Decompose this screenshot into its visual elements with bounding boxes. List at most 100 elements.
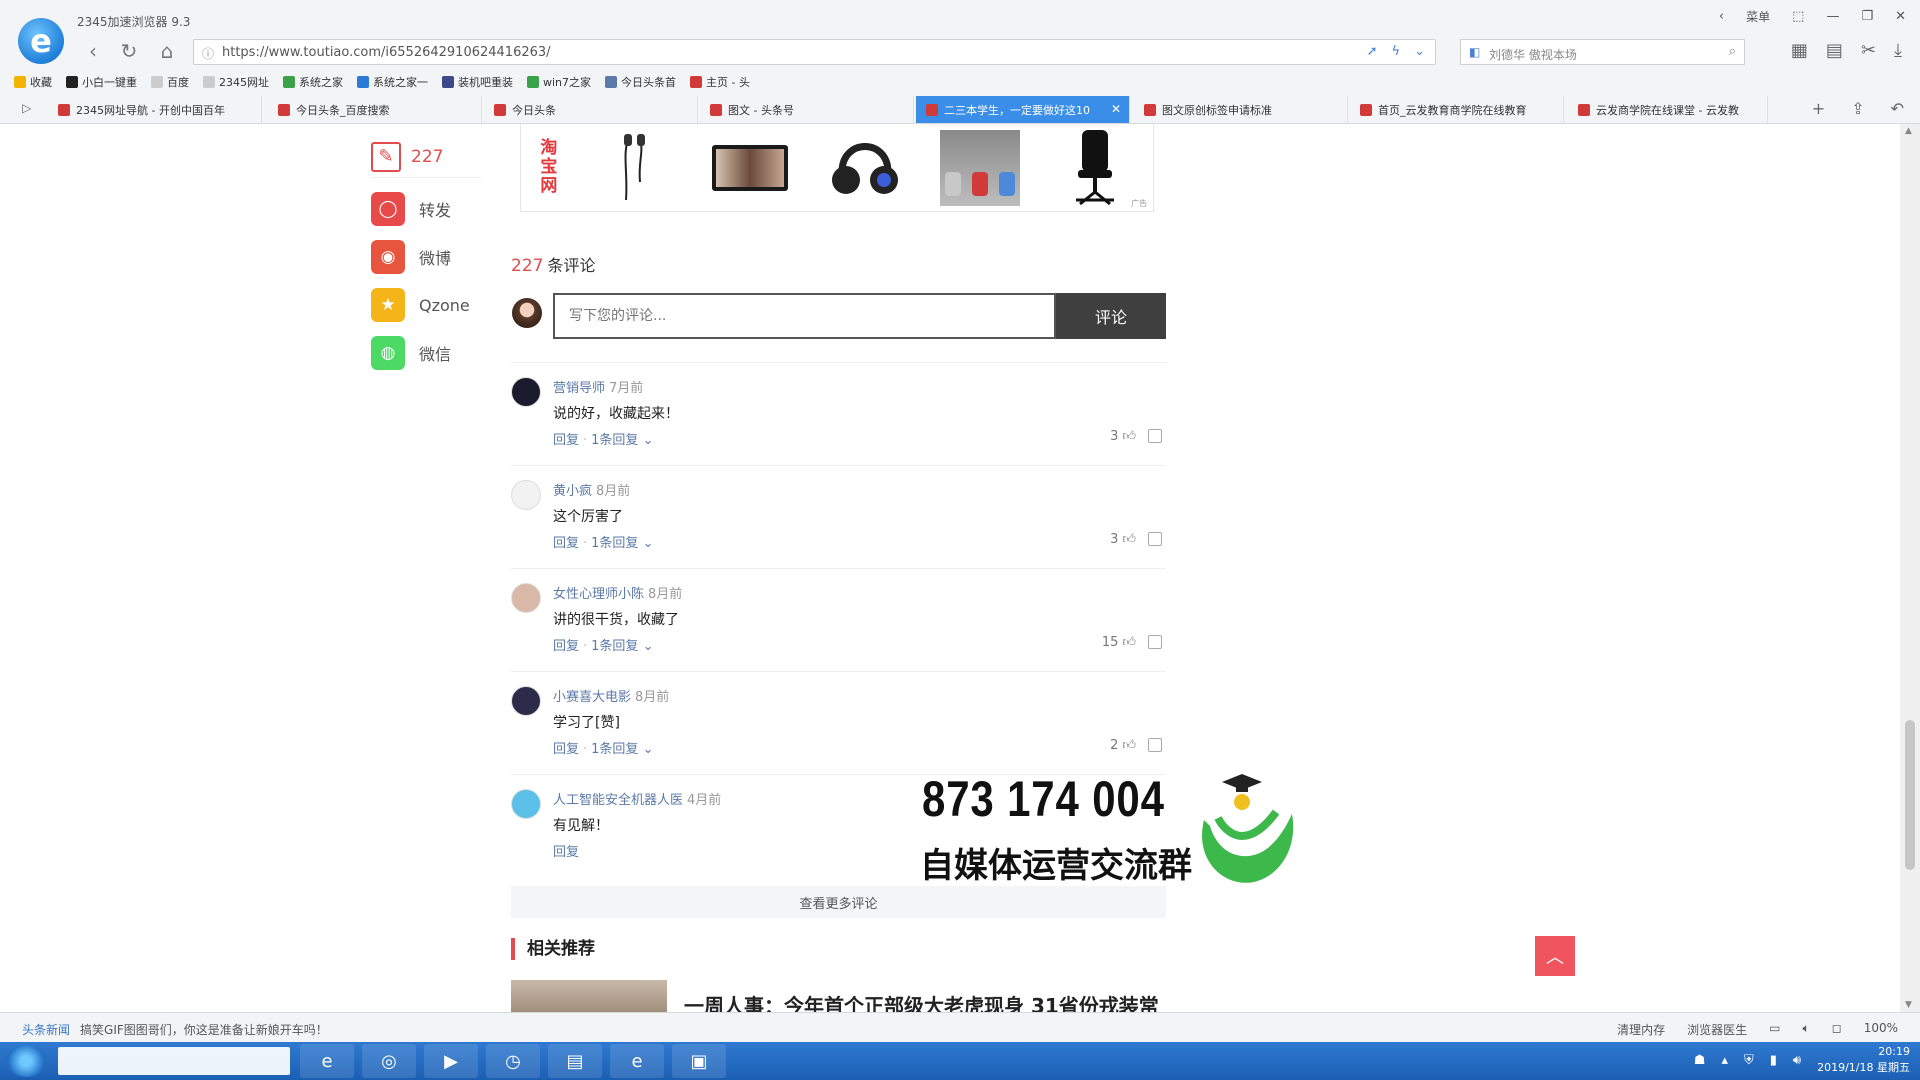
refresh-button[interactable]: ↻ [116, 38, 142, 64]
address-bar[interactable]: ⓘ https://www.toutiao.com/i6552642910624… [193, 39, 1436, 65]
commenter-name[interactable]: 人工智能安全机器人医 [553, 793, 683, 808]
shield-icon[interactable]: ⛨ [1744, 1053, 1754, 1068]
news-label[interactable]: 头条新闻 [22, 1021, 70, 1038]
start-button[interactable] [6, 1045, 46, 1077]
system-clock[interactable]: 20:19 2019/1/18 星期五 [1817, 1044, 1910, 1076]
taskbar-search[interactable] [58, 1047, 290, 1075]
media-app-icon[interactable]: ◎ [362, 1044, 416, 1078]
share-repost[interactable]: ◯ 转发 [371, 192, 481, 226]
taobao-logo[interactable]: 淘 宝 网 [521, 126, 577, 210]
report-icon[interactable] [1148, 532, 1162, 546]
ad-chairs-image[interactable] [923, 126, 1038, 210]
commenter-name[interactable]: 小赛喜大电影 [553, 690, 631, 705]
browser-tab[interactable]: 首页_云发教育商学院在线教育 [1350, 96, 1564, 123]
chevron-down-icon[interactable]: ⌄ [643, 536, 654, 551]
browser-app-icon[interactable]: e [300, 1044, 354, 1078]
reply-link[interactable]: 回复 [553, 845, 579, 860]
comment-count-link[interactable]: ✎ 227 [371, 141, 481, 178]
search-input[interactable]: 刘德华 傲视本场 [1489, 46, 1577, 63]
browser-doctor-button[interactable]: 浏览器医生 [1687, 1021, 1747, 1038]
tray-expand-icon[interactable]: ▴ [1721, 1053, 1728, 1068]
commenter-avatar[interactable] [511, 480, 541, 510]
new-tab-button[interactable]: + [1812, 99, 1825, 118]
news-ticker[interactable]: 搞笑GIF图图哥们，你这是准备让新娘开车吗！ [80, 1021, 328, 1038]
bookmark-item[interactable]: win7之家 [527, 74, 591, 90]
thumbs-up-icon[interactable]: 👍︎ [1122, 532, 1136, 547]
browser-tab[interactable]: 二三本学生，一定要做好这10 ✕ [916, 96, 1130, 123]
bookmark-item[interactable]: 收藏 [14, 74, 52, 90]
commenter-avatar[interactable] [511, 583, 541, 613]
reply-link[interactable]: 回复 [553, 639, 579, 654]
commenter-avatar[interactable] [511, 377, 541, 407]
share-wechat[interactable]: ◍ 微信 [371, 336, 481, 370]
bookmark-item[interactable]: 系统之家一 [357, 74, 428, 90]
browser-tab[interactable]: 今日头条 [484, 96, 698, 123]
zoom-level[interactable]: 100% [1864, 1021, 1898, 1038]
report-icon[interactable] [1148, 635, 1162, 649]
more-comments-button[interactable]: 查看更多评论 [511, 886, 1166, 918]
ad-earphones-image[interactable] [577, 126, 692, 210]
ad-banner[interactable]: 淘 宝 网 广告 [520, 124, 1154, 212]
home-button[interactable]: ⌂ [154, 38, 180, 64]
clock-app-icon[interactable]: ◷ [486, 1044, 540, 1078]
browser-tab[interactable]: 图文原创标签申请标准 [1134, 96, 1348, 123]
ad-headset-image[interactable] [807, 126, 922, 210]
report-icon[interactable] [1148, 429, 1162, 443]
undo-close-icon[interactable]: ↶ [1891, 99, 1904, 118]
bookmark-item[interactable]: 小白一键重 [66, 74, 137, 90]
download-icon[interactable]: ⤓ [1894, 40, 1902, 61]
url-text[interactable]: https://www.toutiao.com/i655264291062441… [222, 45, 551, 60]
clear-memory-button[interactable]: 清理内存 [1617, 1021, 1665, 1038]
back-to-top-button[interactable]: ︿ [1535, 936, 1575, 976]
close-tab-icon[interactable]: ✕ [1111, 102, 1121, 116]
submit-comment-button[interactable]: 评论 [1056, 293, 1166, 339]
report-icon[interactable] [1148, 738, 1162, 752]
browser-tab[interactable]: 2345网址导航 - 开创中国百年 [48, 96, 262, 123]
speed-rocket-icon[interactable]: ➚ [1367, 44, 1378, 59]
scroll-thumb[interactable] [1905, 720, 1915, 870]
bookmark-item[interactable]: 系统之家 [283, 74, 343, 90]
share-qzone[interactable]: ★ Qzone [371, 288, 481, 322]
bookmark-item[interactable]: 装机吧重装 [442, 74, 513, 90]
restore-button[interactable]: ❐ [1861, 9, 1873, 24]
browser-tab[interactable]: 云发商学院在线课堂 - 云发教 [1568, 96, 1768, 123]
chevron-down-icon[interactable]: ⌄ [643, 639, 654, 654]
commenter-name[interactable]: 黄小疯 [553, 484, 592, 499]
search-icon[interactable]: ⌕ [1729, 44, 1736, 59]
menu-button[interactable]: 菜单 [1746, 8, 1770, 25]
reply-link[interactable]: 回复 [553, 742, 579, 757]
minimize-button[interactable]: — [1826, 9, 1839, 24]
player-app-icon[interactable]: ▶ [424, 1044, 478, 1078]
search-box[interactable]: ◧ 刘德华 傲视本场 ⌕ [1460, 39, 1745, 65]
share-weibo[interactable]: ◉ 微博 [371, 240, 481, 274]
scrollbar[interactable]: ▲ ▼ [1900, 124, 1920, 1012]
sound-icon[interactable]: 🔈︎ [1803, 1021, 1810, 1038]
commenter-avatar[interactable] [511, 789, 541, 819]
chevron-left-icon[interactable]: ‹ [1719, 9, 1724, 24]
apps-grid-icon[interactable]: ▦ [1791, 40, 1808, 61]
commenter-avatar[interactable] [511, 686, 541, 716]
replies-toggle[interactable]: 1条回复 [591, 639, 638, 654]
lightning-icon[interactable]: ϟ [1392, 44, 1401, 59]
search-engine-icon[interactable]: ◧ [1469, 45, 1480, 59]
browser-tab[interactable]: 图文 - 头条号 [700, 96, 914, 123]
chevron-down-icon[interactable]: ⌄ [643, 742, 654, 757]
reply-link[interactable]: 回复 [553, 433, 579, 448]
volume-icon[interactable]: 🔊︎ [1793, 1053, 1801, 1068]
bookmark-item[interactable]: 主页 - 头 [690, 74, 750, 90]
related-thumbnail[interactable] [511, 980, 667, 1012]
close-window-button[interactable]: ✕ [1895, 9, 1906, 24]
bookmark-item[interactable]: 今日头条首 [605, 74, 676, 90]
replies-toggle[interactable]: 1条回复 [591, 742, 638, 757]
thumbs-up-icon[interactable]: 👍︎ [1122, 635, 1136, 650]
network-icon[interactable]: ▮ [1770, 1053, 1777, 1068]
chevron-down-icon[interactable]: ⌄ [643, 433, 654, 448]
screenshot-scissors-icon[interactable]: ✂ [1861, 40, 1876, 61]
comment-input[interactable] [553, 293, 1056, 339]
browser-tab[interactable]: 今日头条_百度搜索 [268, 96, 482, 123]
replies-toggle[interactable]: 1条回复 [591, 433, 638, 448]
bookmark-item[interactable]: 2345网址 [203, 74, 269, 90]
window-icon[interactable]: ◻ [1832, 1021, 1842, 1038]
scroll-down-icon[interactable]: ▼ [1905, 1000, 1912, 1010]
thumbs-up-icon[interactable]: 👍︎ [1122, 738, 1136, 753]
